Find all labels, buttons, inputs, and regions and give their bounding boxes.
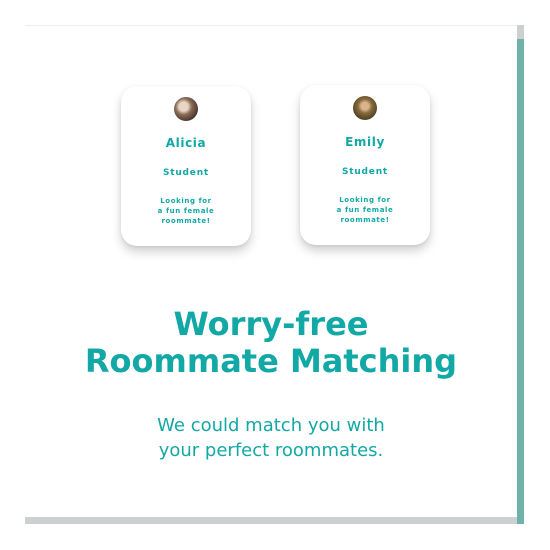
profile-role: Student bbox=[341, 167, 389, 177]
subheadline-line: We could match you with bbox=[157, 415, 385, 436]
profile-name: Alicia bbox=[165, 136, 207, 150]
subheadline: We could match you with your perfect roo… bbox=[25, 413, 517, 463]
profile-description-line: Looking for bbox=[160, 197, 212, 205]
avatar bbox=[353, 96, 377, 120]
gray-corner-strip bbox=[517, 25, 524, 39]
avatar bbox=[174, 97, 198, 121]
profile-name: Emily bbox=[345, 135, 385, 149]
profile-description-line: a fun female bbox=[157, 207, 215, 215]
gray-edge-strip bbox=[25, 517, 517, 524]
profile-description-line: Looking for bbox=[339, 196, 391, 204]
headline-line: Roommate Matching bbox=[84, 342, 458, 380]
profile-card-emily[interactable]: Emily Student Looking for a fun female r… bbox=[300, 85, 430, 245]
subheadline-line: your perfect roommates. bbox=[158, 440, 384, 461]
headline: Worry-free Roommate Matching bbox=[25, 306, 517, 380]
profile-description-line: roommate! bbox=[340, 216, 390, 224]
headline-line: Worry-free bbox=[173, 305, 369, 343]
content-panel: Alicia Student Looking for a fun female … bbox=[25, 25, 517, 517]
profile-description: Looking for a fun female roommate! bbox=[330, 195, 400, 225]
profile-description-line: roommate! bbox=[161, 217, 211, 225]
profile-card-alicia[interactable]: Alicia Student Looking for a fun female … bbox=[121, 86, 251, 246]
profile-description-line: a fun female bbox=[336, 206, 394, 214]
promo-graphic: Alicia Student Looking for a fun female … bbox=[0, 0, 550, 550]
profile-role: Student bbox=[162, 168, 210, 178]
profile-description: Looking for a fun female roommate! bbox=[151, 196, 221, 226]
